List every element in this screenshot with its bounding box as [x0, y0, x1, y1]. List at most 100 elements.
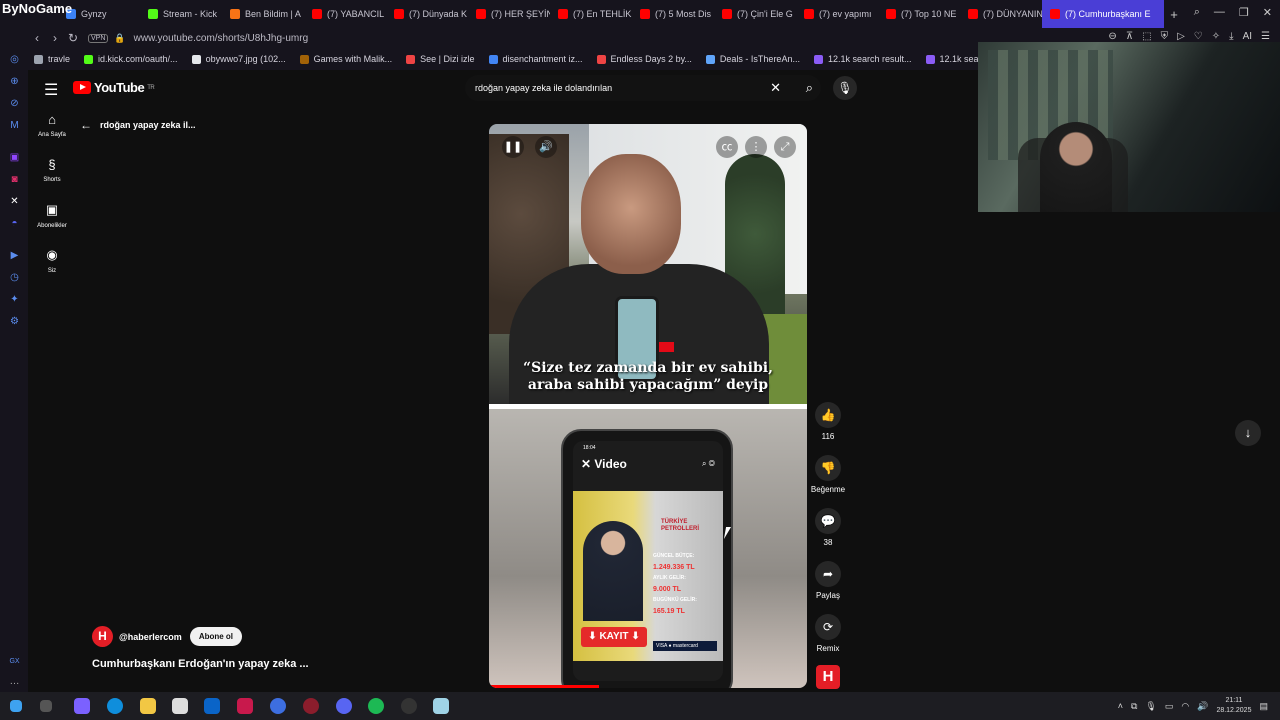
tray-app-icon[interactable]: ⧉	[1131, 701, 1137, 712]
app-red-icon[interactable]	[237, 698, 253, 714]
twitch-icon[interactable]: ▣	[9, 152, 20, 163]
tab-8[interactable]: (7) Çin'i Ele G	[714, 0, 796, 28]
edge-icon[interactable]	[107, 698, 123, 714]
download-icon[interactable]: ⤓	[1229, 31, 1233, 42]
bookmark-3[interactable]: Games with Malik...	[299, 54, 392, 64]
shield-icon[interactable]: ⛨	[1161, 31, 1169, 42]
tab-9[interactable]: (7) ev yapımı	[796, 0, 878, 28]
snapshot-icon[interactable]: ⬚	[1142, 31, 1151, 42]
mic-tray-icon[interactable]: 🎙	[1145, 701, 1156, 712]
guide-item-0[interactable]: ⌂ Ana Sayfa	[28, 106, 76, 151]
url-field[interactable]: www.youtube.com/shorts/U8hJhg-umrg	[134, 33, 309, 44]
tab-10[interactable]: (7) Top 10 NE	[878, 0, 960, 28]
discord-icon[interactable]: ◓	[9, 218, 20, 229]
mail-app-icon[interactable]	[204, 698, 220, 714]
bookmark-0[interactable]: travle	[34, 54, 70, 64]
minimize-icon[interactable]: —	[1214, 6, 1225, 19]
bookmark-7[interactable]: Deals - IsThereAn...	[705, 54, 800, 64]
wifi-icon[interactable]: ◠	[1181, 701, 1189, 712]
remix-icon[interactable]: ⟳	[815, 614, 841, 640]
obs-icon[interactable]	[401, 698, 417, 714]
hamburger-icon[interactable]: ☰	[44, 80, 58, 100]
notepad-icon[interactable]	[433, 698, 449, 714]
mic-icon[interactable]: 🎙	[833, 76, 857, 100]
feed-icon[interactable]: ⊕	[9, 76, 20, 87]
guide-item-1[interactable]: § Shorts	[28, 151, 76, 196]
new-tab-button[interactable]: +	[1164, 7, 1184, 22]
search-icon[interactable]: ⌕	[806, 75, 813, 101]
tab-7[interactable]: (7) 5 Most Dis	[632, 0, 714, 28]
app-blue-icon[interactable]	[270, 698, 286, 714]
start-icon[interactable]	[10, 700, 22, 712]
aria-icon[interactable]: AI	[1243, 31, 1252, 42]
close-icon[interactable]: ✕	[1263, 6, 1272, 19]
instagram-icon[interactable]: ◙	[9, 174, 20, 185]
copilot-icon[interactable]	[74, 698, 90, 714]
store-icon[interactable]	[172, 698, 188, 714]
play-icon[interactable]: ▷	[1177, 31, 1185, 42]
fullscreen-icon[interactable]: ⤢	[774, 136, 796, 158]
reload-icon[interactable]: ↻	[64, 31, 82, 45]
volume-icon[interactable]: 🔊	[535, 136, 557, 158]
youtube-logo[interactable]: YouTube TR	[73, 80, 155, 95]
settings-icon[interactable]: ⚙	[9, 316, 20, 327]
tab-2[interactable]: Ben Bildim | A	[222, 0, 304, 28]
tab-4[interactable]: (7) Dünyada K	[386, 0, 468, 28]
zoom-icon[interactable]: ⊖	[1108, 31, 1116, 42]
tab-1[interactable]: Stream - Kick	[140, 0, 222, 28]
clear-search-icon[interactable]: ✕	[770, 75, 781, 101]
task-view-icon[interactable]	[40, 700, 52, 712]
bookmark-4[interactable]: See | Dizi izle	[406, 54, 475, 64]
bookmark-6[interactable]: Endless Days 2 by...	[596, 54, 692, 64]
network-icon[interactable]: ▭	[1165, 701, 1174, 712]
clock[interactable]: 21:11 28.12.2025	[1216, 696, 1251, 716]
ai-icon[interactable]: ⊘	[9, 98, 20, 109]
comments-icon[interactable]: 💬	[815, 508, 841, 534]
more-options-icon[interactable]: ⋮	[745, 136, 767, 158]
opera-gx-icon[interactable]	[303, 698, 319, 714]
video-progress-bar[interactable]	[489, 685, 599, 688]
tab-5[interactable]: (7) HER ŞEYİN	[468, 0, 550, 28]
bookmark-2[interactable]: obywwo7.jpg (102...	[191, 54, 286, 64]
pin-icon[interactable]: ⊼	[1126, 31, 1133, 42]
vpn-badge[interactable]: VPN	[88, 33, 109, 43]
spotify-icon[interactable]	[368, 698, 384, 714]
guide-item-3[interactable]: ◉ Siz	[28, 241, 76, 286]
share-icon[interactable]: ➦	[815, 561, 841, 587]
heart-icon[interactable]: ♡	[1194, 31, 1203, 42]
captions-icon[interactable]: ㏄	[716, 136, 738, 158]
tray-chevron-icon[interactable]: ˄	[1118, 701, 1123, 711]
x-icon[interactable]: ✕	[9, 196, 20, 207]
tab-11[interactable]: (7) DÜNYANIN	[960, 0, 1042, 28]
extensions-icon[interactable]: ✦	[9, 294, 20, 305]
messenger-icon[interactable]: ◎	[9, 54, 20, 65]
back-arrow-icon[interactable]: ←	[80, 118, 92, 132]
guide-item-2[interactable]: ▣ Abonelikler	[28, 196, 76, 241]
menu-icon[interactable]: ☰	[1261, 31, 1270, 42]
volume-tray-icon[interactable]: 🔊	[1197, 701, 1208, 712]
more-icon[interactable]: …	[9, 676, 20, 687]
channel-avatar[interactable]: H	[92, 626, 113, 647]
channel-avatar-small[interactable]: H	[816, 665, 840, 689]
discord-taskbar-icon[interactable]	[336, 698, 352, 714]
back-icon[interactable]: ‹	[28, 31, 46, 45]
subscribe-button[interactable]: Abone ol	[189, 627, 243, 646]
channel-name[interactable]: @haberlercom	[119, 632, 182, 642]
player-icon[interactable]: ▶	[9, 250, 20, 261]
search-tabs-icon[interactable]: ⌕	[1194, 6, 1200, 19]
forward-icon[interactable]: ›	[46, 31, 64, 45]
shorts-video-player[interactable]: “Size tez zamanda bir ev sahibi, araba s…	[489, 124, 807, 688]
history-icon[interactable]: ◷	[9, 272, 20, 283]
search-input[interactable]: rdoğan yapay zeka ile dolandırılan ✕ ⌕	[465, 75, 821, 101]
puzzle-icon[interactable]: ✧	[1212, 31, 1220, 42]
pause-icon[interactable]: ❚❚	[502, 136, 524, 158]
explorer-icon[interactable]	[140, 698, 156, 714]
tab-6[interactable]: (7) En TEHLİK	[550, 0, 632, 28]
notifications-icon[interactable]: ▤	[1259, 701, 1268, 712]
tab-3[interactable]: (7) YABANCIL	[304, 0, 386, 28]
bookmark-8[interactable]: 12.1k search result...	[813, 54, 912, 64]
like-icon[interactable]: 👍	[815, 402, 841, 428]
restore-icon[interactable]: ❐	[1239, 6, 1249, 19]
bookmark-5[interactable]: disenchantment iz...	[488, 54, 583, 64]
next-video-button[interactable]: ↓	[1235, 420, 1261, 446]
